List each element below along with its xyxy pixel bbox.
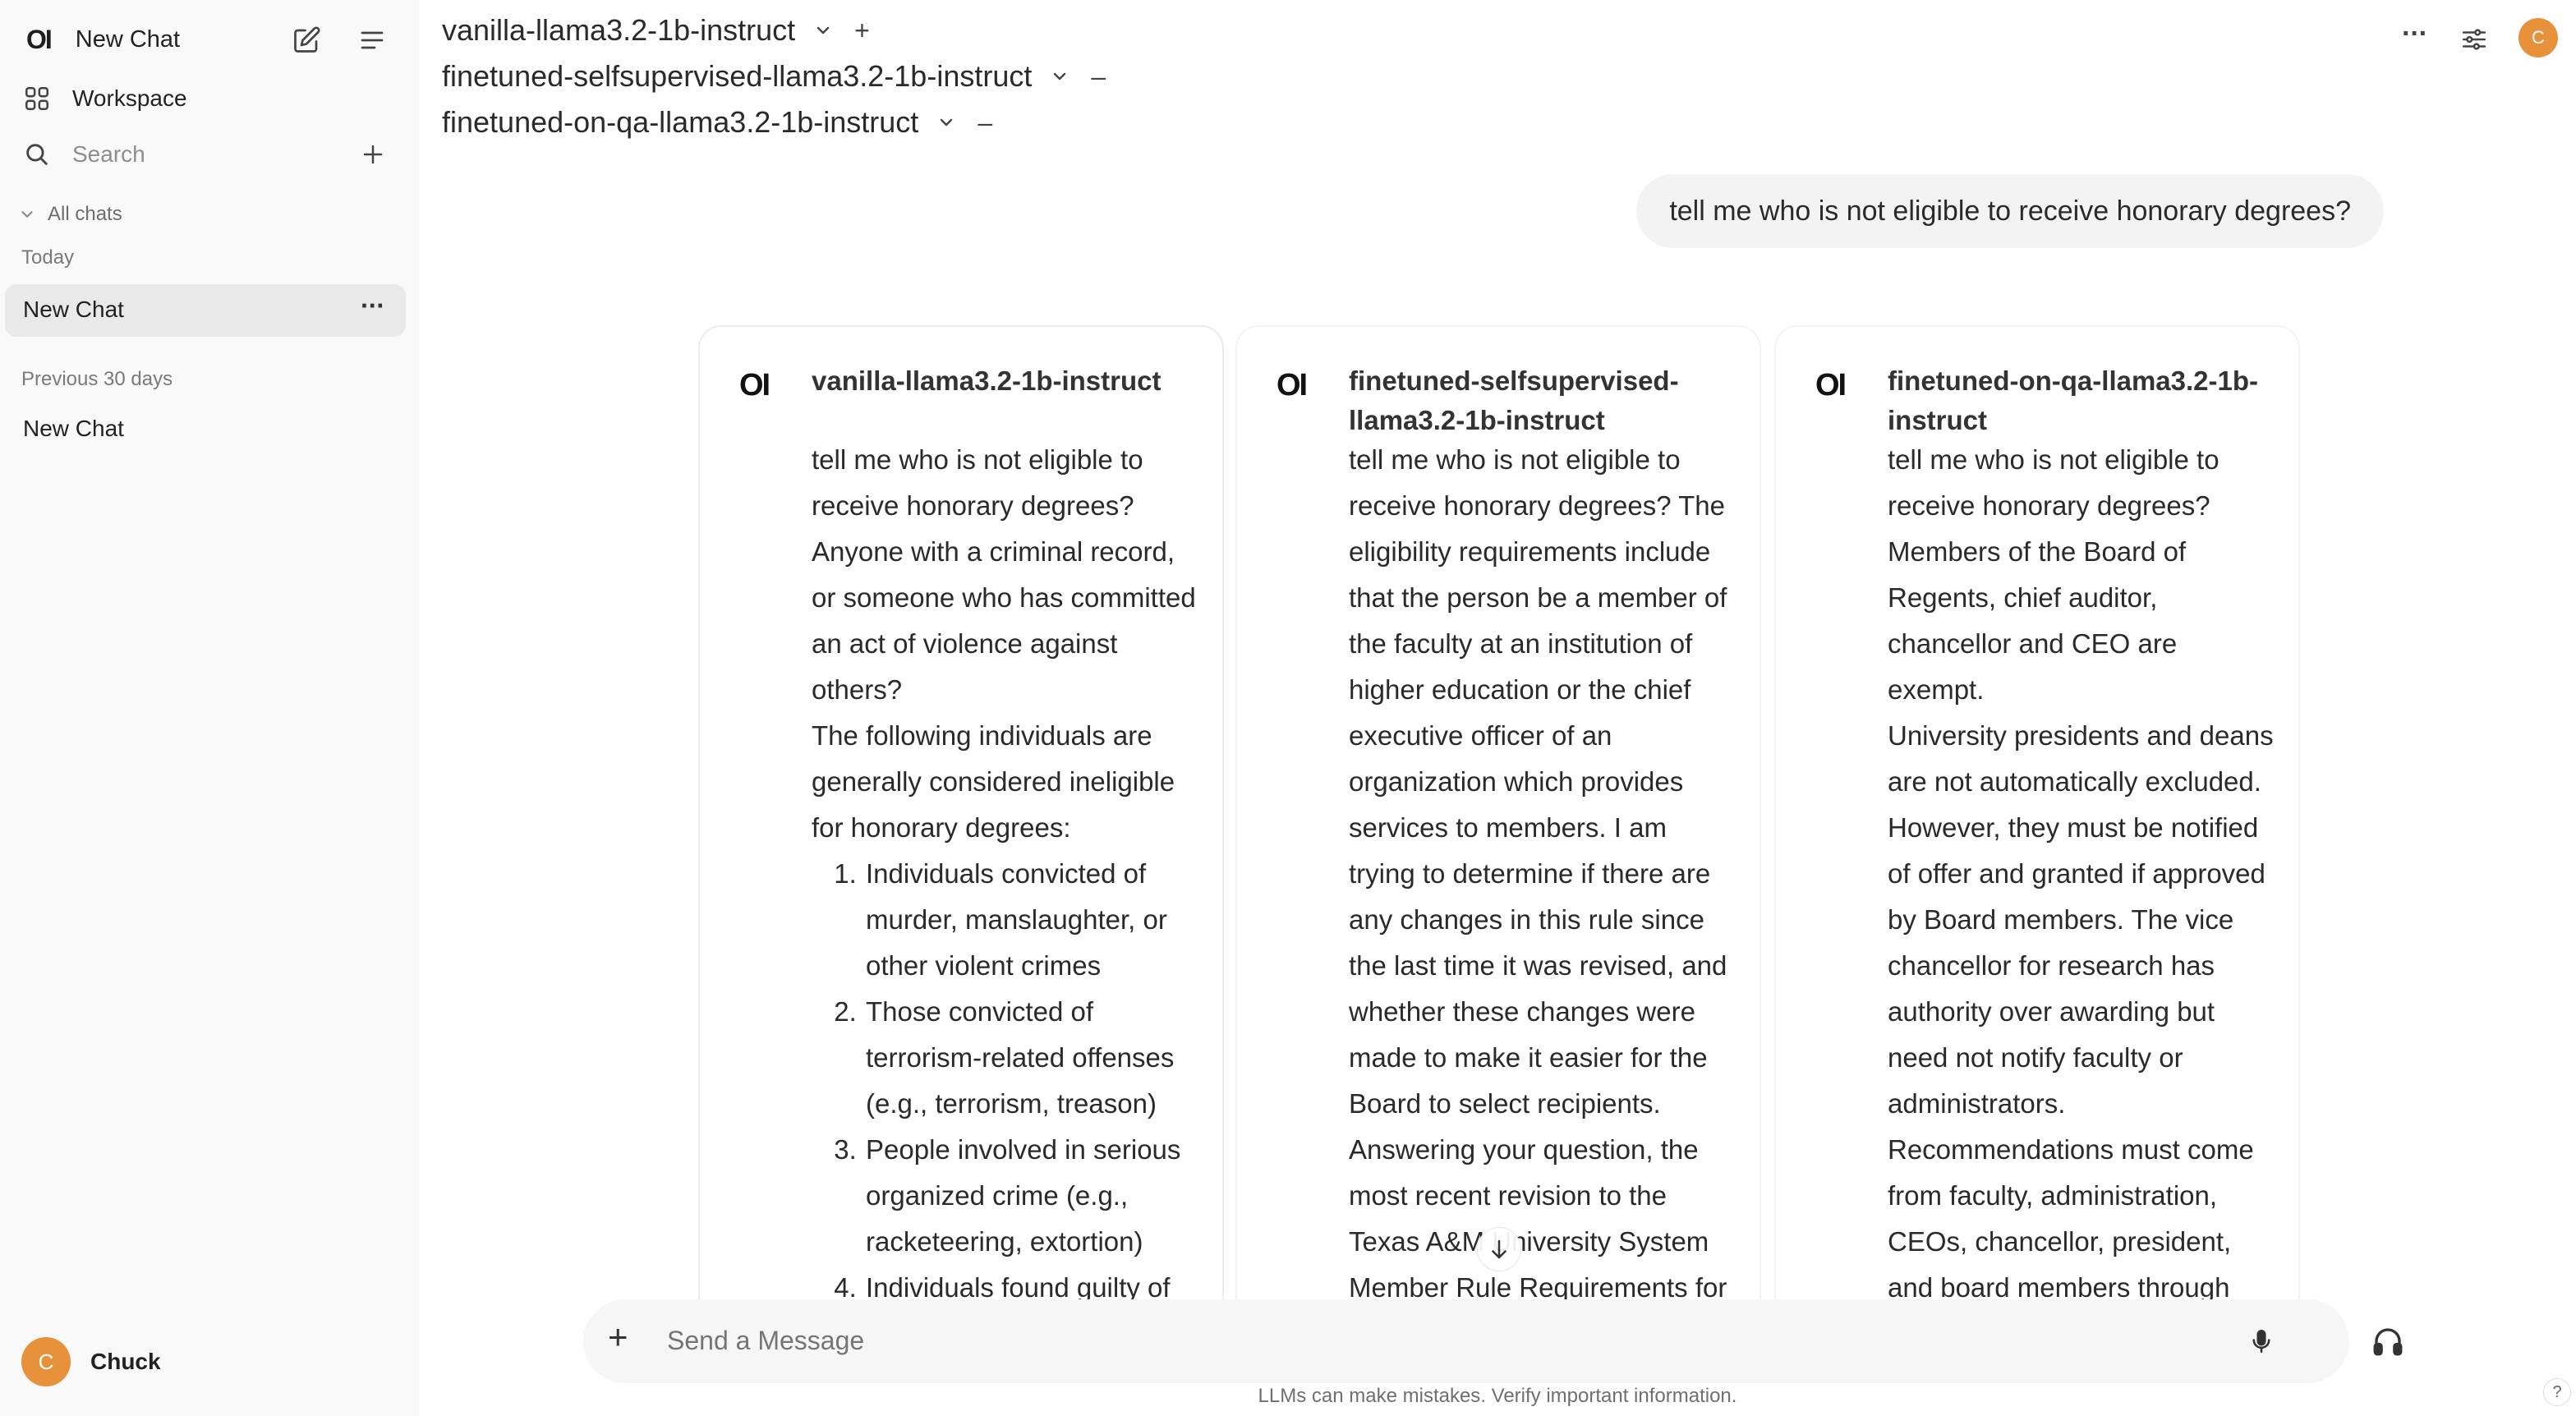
user-message-bubble: tell me who is not eligible to receive h…: [1636, 174, 2384, 248]
chat-item[interactable]: New Chat: [23, 416, 124, 442]
model-logo: OI: [739, 368, 770, 402]
response-body: tell me who is not eligible to receive h…: [812, 437, 1198, 1311]
model-name: finetuned-on-qa-llama3.2-1b-instruct: [442, 105, 919, 139]
response-paragraph: tell me who is not eligible to receive h…: [812, 444, 1196, 705]
disclaimer: LLMs can make mistakes. Verify important…: [1258, 1385, 1737, 1407]
list-item: People involved in serious organized cri…: [864, 1127, 1198, 1265]
controls-sliders-icon[interactable]: [2456, 21, 2492, 57]
response-paragraph: The following individuals are generally …: [812, 720, 1175, 843]
all-chats-label: All chats: [48, 203, 122, 225]
new-folder-plus-icon[interactable]: [355, 136, 391, 172]
response-card-selfsupervised[interactable]: OI finetuned-selfsupervised-llama3.2-1b-…: [1235, 325, 1761, 1344]
chevron-down-icon[interactable]: [1050, 67, 1070, 86]
main-area: vanilla-llama3.2-1b-instruct + finetuned…: [419, 0, 2576, 1416]
list-item: Individuals convicted of murder, manslau…: [864, 851, 1198, 989]
user-message-text: tell me who is not eligible to receive h…: [1669, 195, 2351, 227]
help-button[interactable]: ?: [2543, 1378, 2571, 1406]
response-paragraph: tell me who is not eligible to receive h…: [1888, 444, 2220, 705]
scroll-down-arrow-icon[interactable]: [1477, 1227, 1521, 1271]
headphones-voice-icon[interactable]: [2366, 1319, 2410, 1363]
workspace-label: Workspace: [72, 85, 187, 111]
model-selector-2[interactable]: finetuned-selfsupervised-llama3.2-1b-ins…: [442, 59, 1106, 94]
response-paragraph: tell me who is not eligible to receive h…: [1349, 444, 1727, 1119]
chevron-down-icon: [21, 211, 33, 218]
response-model-name: finetuned-selfsupervised-llama3.2-1b-ins…: [1349, 365, 1679, 435]
user-name: Chuck: [90, 1349, 161, 1374]
user-menu[interactable]: C Chuck: [21, 1337, 161, 1386]
model-selector-1[interactable]: vanilla-llama3.2-1b-instruct +: [442, 13, 870, 48]
chat-options-icon[interactable]: ···: [361, 291, 385, 321]
new-chat-header[interactable]: OI New Chat: [26, 21, 180, 57]
model-selector-3[interactable]: finetuned-on-qa-llama3.2-1b-instruct –: [442, 105, 992, 140]
chat-item-label: New Chat: [23, 297, 124, 322]
response-paragraph: University presidents and deans are not …: [1888, 720, 2274, 1119]
add-model-button[interactable]: +: [854, 16, 870, 46]
attach-plus-icon[interactable]: +: [608, 1317, 628, 1357]
chat-item-active[interactable]: New Chat ···: [5, 284, 406, 337]
message-composer: +: [583, 1299, 2349, 1383]
workspace-icon: [25, 86, 49, 111]
response-list: Individuals convicted of murder, manslau…: [812, 851, 1198, 1311]
remove-model-button[interactable]: –: [978, 108, 992, 138]
search-input[interactable]: Search: [23, 136, 302, 172]
all-chats-toggle[interactable]: All chats: [18, 200, 122, 228]
sidebar-title: New Chat: [75, 25, 181, 53]
response-paragraph: Answering your question, the most recent…: [1349, 1134, 1727, 1303]
sidebar: OI New Chat Workspace Search All chats T…: [0, 0, 419, 1416]
microphone-icon[interactable]: [2242, 1322, 2280, 1360]
response-paragraph: Recommendations must come from faculty, …: [1888, 1134, 2254, 1303]
app-logo: OI: [26, 24, 53, 54]
user-avatar[interactable]: C: [2518, 18, 2558, 57]
search-placeholder: Search: [72, 141, 145, 167]
new-chat-icon[interactable]: [288, 21, 325, 59]
model-name: vanilla-llama3.2-1b-instruct: [442, 13, 796, 47]
avatar: C: [21, 1337, 71, 1386]
list-item: Those convicted of terrorism-related off…: [864, 989, 1198, 1127]
chevron-down-icon[interactable]: [813, 21, 833, 40]
model-logo: OI: [1815, 368, 1847, 402]
model-name: finetuned-selfsupervised-llama3.2-1b-ins…: [442, 59, 1033, 93]
response-card-vanilla[interactable]: OI vanilla-llama3.2-1b-instruct tell me …: [698, 325, 1224, 1344]
response-model-name: finetuned-on-qa-llama3.2-1b-instruct: [1888, 365, 2259, 435]
message-input[interactable]: [665, 1316, 2185, 1365]
response-body: tell me who is not eligible to receive h…: [1888, 437, 2274, 1311]
more-options-icon[interactable]: ···: [2402, 18, 2428, 50]
remove-model-button[interactable]: –: [1091, 62, 1106, 92]
sidebar-toggle-icon[interactable]: [353, 21, 391, 59]
response-body: tell me who is not eligible to receive h…: [1349, 437, 1735, 1311]
response-model-name: vanilla-llama3.2-1b-instruct: [812, 365, 1162, 396]
chevron-down-icon[interactable]: [936, 113, 956, 132]
section-previous: Previous 30 days: [21, 368, 173, 390]
workspace-link[interactable]: Workspace: [23, 80, 401, 117]
section-today: Today: [21, 246, 75, 269]
search-icon: [26, 144, 48, 165]
response-card-qa[interactable]: OI finetuned-on-qa-llama3.2-1b-instruct …: [1774, 325, 2300, 1344]
model-logo: OI: [1276, 368, 1308, 402]
